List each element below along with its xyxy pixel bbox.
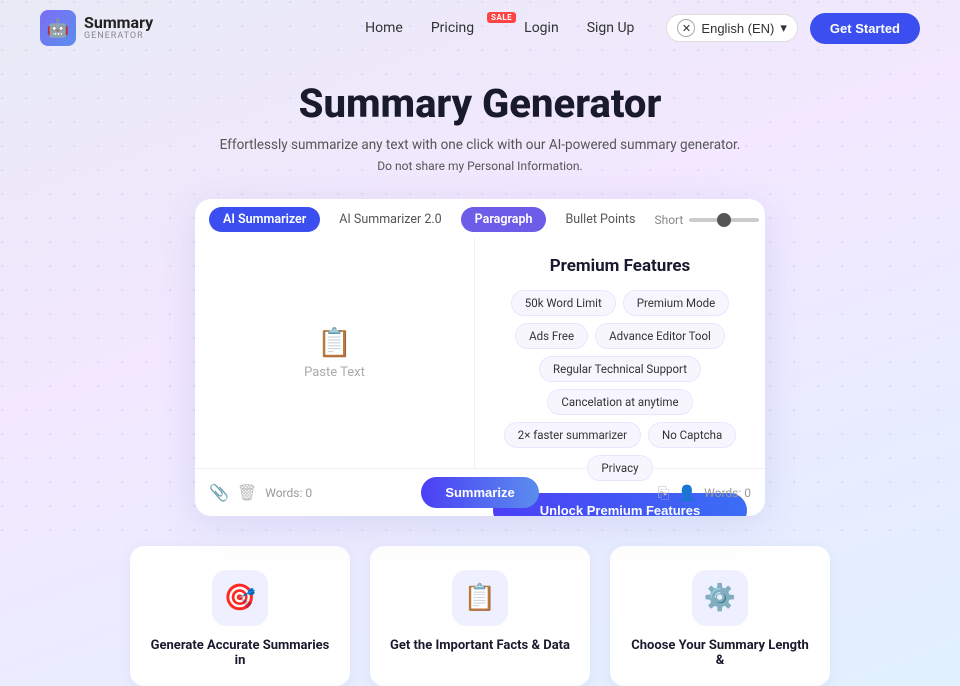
hero-subtitle: Effortlessly summarize any text with one… [20,137,940,153]
nav-links: Home PricingSALE Login Sign Up [365,20,634,36]
footer-right: ⎘ 👤 Words: 0 [549,484,751,502]
lang-label: English (EN) [701,21,774,36]
feature-icon-wrap-2: ⚙️ [692,570,748,626]
feature-tag-faster: 2× faster summarizer [504,422,641,448]
globe-icon: ✕ [677,19,695,37]
feature-card-title-0: Generate Accurate Summaries in [150,638,330,668]
feature-tag-support: Regular Technical Support [539,356,701,382]
feature-tag-cancelation: Cancelation at anytime [547,389,692,415]
nav-right: ✕ English (EN) ▾ Get Started [666,13,920,44]
feature-tag-privacy: Privacy [587,455,652,481]
tool-card: AI Summarizer AI Summarizer 2.0 Paragrap… [195,199,765,516]
footer-left: 📎 🗑 Words: 0 [209,483,411,502]
nav-pricing[interactable]: PricingSALE [431,20,496,36]
words-count-right: Words: 0 [704,486,751,500]
text-input-panel[interactable]: 📋 Paste Text [195,238,475,468]
summarize-button[interactable]: Summarize [421,477,538,508]
nav-signup[interactable]: Sign Up [587,20,635,36]
premium-title: Premium Features [550,256,691,276]
feature-tag-50k: 50k Word Limit [511,290,616,316]
feature-tag-captcha: No Captcha [648,422,736,448]
tab-ai-summarizer[interactable]: AI Summarizer [209,207,320,232]
feature-card-2: ⚙️ Choose Your Summary Length & [610,546,830,686]
feature-icon-1: 📋 [464,583,496,613]
feature-card-1: 📋 Get the Important Facts & Data [370,546,590,686]
length-slider-wrap: Short Long [654,213,765,227]
logo-title: Summary [84,14,153,32]
feature-tag-premium-mode: Premium Mode [623,290,729,316]
copy-icon[interactable]: ⎘ [657,484,669,502]
features-section: 🎯 Generate Accurate Summaries in 📋 Get t… [0,526,960,686]
navbar: 🤖 Summary GENERATOR Home PricingSALE Log… [0,0,960,56]
chevron-down-icon: ▾ [780,20,787,36]
attach-icon[interactable]: 📎 [209,483,229,502]
language-selector[interactable]: ✕ English (EN) ▾ [666,14,798,42]
get-started-button[interactable]: Get Started [810,13,920,44]
nav-home[interactable]: Home [365,20,403,36]
logo-subtitle: GENERATOR [84,32,153,42]
user-icon[interactable]: 👤 [677,484,696,502]
feature-icon-2: ⚙️ [704,583,736,613]
feature-card-0: 🎯 Generate Accurate Summaries in [130,546,350,686]
tab-paragraph[interactable]: Paragraph [461,207,547,232]
sale-badge: SALE [487,12,516,23]
paste-text-area[interactable]: 📋 Paste Text [304,326,365,380]
nav-login[interactable]: Login [524,20,559,36]
slider-short-label: Short [654,213,683,227]
tool-body: 📋 Paste Text Premium Features 50k Word L… [195,238,765,468]
feature-card-title-2: Choose Your Summary Length & [630,638,810,668]
feature-icon-wrap-0: 🎯 [212,570,268,626]
words-count-left: Words: 0 [265,486,312,500]
feature-card-title-1: Get the Important Facts & Data [390,638,570,653]
premium-panel: Premium Features 50k Word Limit Premium … [475,238,765,468]
logo: 🤖 Summary GENERATOR [40,10,153,46]
feature-tag-editor: Advance Editor Tool [595,323,725,349]
logo-icon: 🤖 [40,10,76,46]
hero-privacy: Do not share my Personal Information. [20,159,940,173]
feature-tags: 50k Word Limit Premium Mode Ads Free Adv… [493,290,747,481]
paste-icon: 📋 [317,326,352,359]
feature-icon-wrap-1: 📋 [452,570,508,626]
tabs-row: AI Summarizer AI Summarizer 2.0 Paragrap… [195,199,765,238]
hero-section: Summary Generator Effortlessly summarize… [0,56,960,189]
length-slider[interactable] [689,218,759,222]
trash-icon[interactable]: 🗑 [237,483,257,502]
paste-text-label: Paste Text [304,365,365,380]
feature-tag-ads-free: Ads Free [515,323,588,349]
tab-bullet-points[interactable]: Bullet Points [551,207,649,232]
hero-title: Summary Generator [20,80,940,127]
feature-icon-0: 🎯 [224,583,256,613]
tab-ai-summarizer-2[interactable]: AI Summarizer 2.0 [325,207,455,232]
